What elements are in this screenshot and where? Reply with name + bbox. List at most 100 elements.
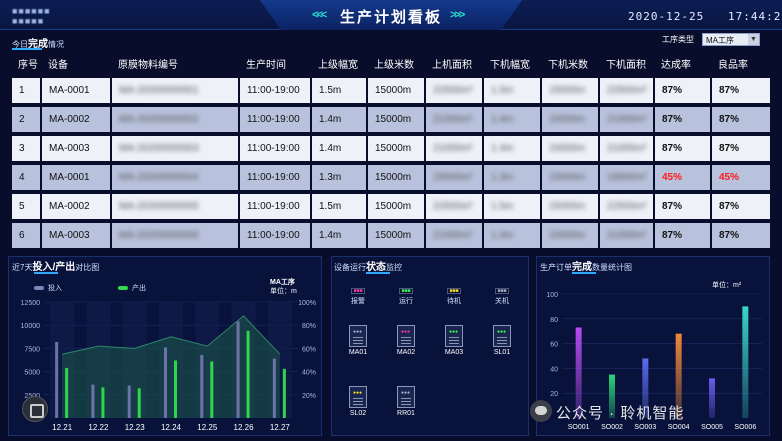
table-cell-up-width: 1.5m [312, 78, 366, 103]
table-cell-achieve: 87% [655, 78, 710, 103]
y2-tick-label: 100% [298, 300, 316, 307]
y2-tick-label: 60% [302, 346, 316, 353]
table-cell-up-meters: 15000m [368, 194, 424, 219]
section-underline [572, 272, 596, 274]
table-row[interactable]: 3 MA-0003 MA-20200000003 11:00-19:00 1.4m 150… [12, 136, 770, 161]
time-display: 17:44:23 [728, 10, 782, 23]
table-cell-up-area: 21000m² [426, 107, 482, 132]
table-cell-up-width: 1.5m [312, 194, 366, 219]
table-cell-up-meters: 15000m [368, 136, 424, 161]
table-row[interactable]: 1 MA-0001 MA-20200000001 11:00-19:00 1.5m 150… [12, 78, 770, 103]
status-label: 报警 [351, 298, 365, 305]
table-cell-up-meters: 15000m [368, 107, 424, 132]
table-cell-device: MA-0003 [42, 136, 110, 161]
status-lamp-icon: ■■■ [351, 288, 365, 294]
table-row[interactable]: 5 MA-0002 MA-20200000005 11:00-19:00 1.5m 150… [12, 194, 770, 219]
table-cell-up-width: 1.3m [312, 165, 366, 190]
table-cell-down-width: 1.5m [484, 194, 540, 219]
status-lamp-icon: ■■■ [399, 288, 413, 294]
column-header: 设备 [48, 60, 68, 71]
machine-ma02[interactable]: ●●● MA02 [386, 325, 426, 356]
table-cell-yield: 87% [712, 223, 770, 248]
table-cell-time: 11:00-19:00 [240, 78, 310, 103]
machine-ma03[interactable]: ●●● MA03 [434, 325, 474, 356]
x-tick-label: SO003 [634, 424, 656, 431]
y-tick-label: 5000 [24, 370, 40, 377]
table-cell-yield: 87% [712, 107, 770, 132]
table-cell-yield: 87% [712, 136, 770, 161]
chevron-down-icon[interactable]: ▼ [748, 34, 759, 45]
table-cell-achieve: 87% [655, 107, 710, 132]
section-underline [12, 48, 42, 50]
column-header: 下机米数 [548, 60, 588, 71]
watermark-text: 公众号 · 聆机智能 [556, 405, 685, 422]
table-cell-down-meters: 15000m [542, 223, 598, 248]
table-cell-down-width: 1.4m [484, 223, 540, 248]
table-row[interactable]: 2 MA-0002 MA-20200000002 11:00-19:00 1.4m 150… [12, 107, 770, 132]
machine-icon: ●●● [397, 386, 415, 408]
column-header: 达成率 [661, 60, 691, 71]
table-cell-down-meters: 15000m [542, 107, 598, 132]
table-cell-up-area: 22500m² [426, 78, 482, 103]
column-header: 原膜物料编号 [118, 60, 178, 71]
table-cell-no: 2 [12, 107, 40, 132]
company-name: ■■■■■■ ■■■■■ [12, 6, 51, 26]
title-banner: 生产计划看板 [260, 0, 522, 30]
column-header: 上级幅宽 [318, 60, 358, 71]
table-cell-device: MA-0003 [42, 223, 110, 248]
machine-sl02[interactable]: ●●● SL02 [338, 386, 378, 417]
output-bar [210, 361, 214, 418]
input-bar [127, 385, 131, 418]
table-cell-down-meters: 15000m [542, 194, 598, 219]
output-bar [282, 368, 286, 418]
production-table: 序号 设备 原膜物料编号 生产时间 上级幅宽 上级米数 上机面积 下机幅宽 下机米数 下机面积 达成… [12, 52, 770, 250]
x-tick-label: 12.22 [88, 423, 109, 432]
status-legend-item: ■■■ 关机 [482, 288, 522, 306]
table-cell-up-area: 19500m² [426, 165, 482, 190]
process-type-select[interactable]: MA工序 ▼ [702, 33, 760, 46]
table-cell-achieve: 45% [655, 165, 710, 190]
table-cell-yield: 87% [712, 194, 770, 219]
order-chart-title: 生产订单完成数量统计图 [540, 262, 632, 273]
input-bar [272, 358, 276, 418]
table-cell-down-area: 21000m² [600, 136, 653, 161]
table-cell-no: 5 [12, 194, 40, 219]
output-bar [101, 387, 105, 418]
image-search-icon[interactable] [22, 396, 48, 422]
machine-sl01[interactable]: ●●● SL01 [482, 325, 522, 356]
y-tick-label: 7500 [24, 346, 40, 353]
table-row[interactable]: 4 MA-0001 MA-20200000004 11:00-19:00 1.3m 150… [12, 165, 770, 190]
chevron-left-icon: <<< [312, 9, 327, 21]
y-tick-label: 80 [550, 317, 558, 324]
table-cell-yield: 87% [712, 78, 770, 103]
table-cell-time: 11:00-19:00 [240, 165, 310, 190]
table-cell-yield: 45% [712, 165, 770, 190]
table-cell-down-width: 1.4m [484, 107, 540, 132]
table-cell-down-area: 21000m² [600, 223, 653, 248]
table-row[interactable]: 6 MA-0003 MA-20200000006 11:00-19:00 1.4m 150… [12, 223, 770, 248]
x-tick-label: SO006 [734, 424, 756, 431]
input-bar [91, 384, 95, 418]
page-title: 生产计划看板 [339, 9, 442, 26]
table-cell-time: 11:00-19:00 [240, 223, 310, 248]
machine-icon: ●●● [349, 325, 367, 347]
machine-ma01[interactable]: ●●● MA01 [338, 325, 378, 356]
table-cell-time: 11:00-19:00 [240, 194, 310, 219]
table-cell-achieve: 87% [655, 136, 710, 161]
table-cell-down-area: 22500m² [600, 78, 653, 103]
column-header: 上机面积 [432, 60, 472, 71]
output-bar [137, 388, 141, 418]
x-tick-label: SO005 [701, 424, 723, 431]
machine-rr01[interactable]: ●●● RR01 [386, 386, 426, 417]
y-tick-label: 10000 [21, 323, 41, 330]
table-cell-up-width: 1.4m [312, 107, 366, 132]
table-cell-down-meters: 15000m [542, 78, 598, 103]
x-tick-label: 12.24 [161, 423, 182, 432]
io-chart-title: 近7天投入/产出对比图 [12, 262, 100, 273]
date-display: 2020-12-25 [628, 10, 705, 23]
table-cell-no: 3 [12, 136, 40, 161]
status-legend-item: ■■■ 运行 [386, 288, 426, 306]
y-tick-label: 60 [550, 342, 558, 349]
x-tick-label: 12.26 [234, 423, 255, 432]
table-cell-no: 4 [12, 165, 40, 190]
